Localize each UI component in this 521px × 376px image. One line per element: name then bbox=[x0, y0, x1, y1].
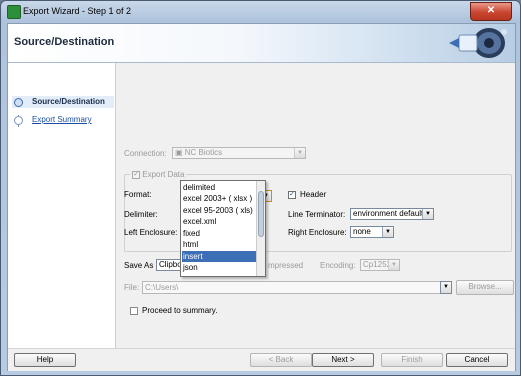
format-option[interactable]: excel 95-2003 ( xls) bbox=[182, 205, 256, 216]
line-terminator-value: environment default bbox=[353, 209, 424, 218]
format-option-selected[interactable]: insert bbox=[182, 251, 256, 262]
scrollbar-thumb[interactable] bbox=[258, 191, 264, 237]
format-option[interactable]: excel.xml bbox=[182, 216, 256, 227]
step-source-destination[interactable]: Source/Destination bbox=[12, 96, 114, 108]
encoding-select[interactable]: Cp1252 ▼ bbox=[360, 259, 400, 271]
close-icon: ✕ bbox=[486, 5, 496, 16]
step-indicator-icon bbox=[14, 98, 23, 107]
compressed-label: mpressed bbox=[268, 261, 304, 270]
export-wizard-window: Export Wizard - Step 1 of 2 ✕ Source/Des… bbox=[0, 0, 521, 376]
save-as-label: Save As bbox=[124, 261, 154, 270]
format-option[interactable]: fixed bbox=[182, 228, 256, 239]
format-option[interactable]: excel 2003+ ( xlsx ) bbox=[182, 193, 256, 204]
encoding-label: Encoding: bbox=[320, 261, 356, 270]
page-title: Source/Destination bbox=[14, 36, 115, 48]
steps-panel: Source/Destination Export Summary bbox=[8, 63, 116, 348]
proceed-to-summary-label: Proceed to summary. bbox=[142, 306, 218, 315]
step-label: Source/Destination bbox=[32, 97, 105, 106]
title-bar[interactable]: Export Wizard - Step 1 of 2 ✕ bbox=[1, 1, 520, 23]
app-icon bbox=[7, 5, 21, 19]
browse-button[interactable]: Browse... bbox=[456, 280, 514, 295]
chevron-down-icon: ▼ bbox=[382, 227, 393, 237]
wizard-header: Source/Destination bbox=[8, 24, 515, 63]
chevron-down-icon: ▼ bbox=[294, 148, 305, 158]
connection-value: NC Biotics bbox=[184, 148, 223, 157]
file-input[interactable]: C:\Users\ bbox=[142, 281, 452, 294]
header-checkbox[interactable]: ✓ bbox=[288, 191, 296, 199]
main-panel: Connection: ▣ NC Biotics ▼ ✓ Export Data… bbox=[116, 63, 515, 348]
cancel-button[interactable]: Cancel bbox=[446, 353, 508, 367]
export-data-label: Export Data bbox=[142, 170, 185, 179]
right-enclosure-select[interactable]: none ▼ bbox=[350, 226, 394, 238]
connection-select[interactable]: ▣ NC Biotics ▼ bbox=[172, 147, 306, 159]
format-option[interactable]: json bbox=[182, 262, 256, 273]
step-indicator-icon bbox=[14, 116, 23, 125]
file-path-value: C:\Users\ bbox=[145, 283, 179, 292]
connection-label: Connection: bbox=[124, 149, 167, 158]
export-data-legend: ✓ Export Data bbox=[130, 170, 187, 180]
line-terminator-label: Line Terminator: bbox=[288, 210, 346, 219]
dropdown-scrollbar[interactable] bbox=[256, 181, 265, 276]
format-option[interactable]: html bbox=[182, 239, 256, 250]
window-title: Export Wizard - Step 1 of 2 bbox=[23, 6, 132, 16]
step-label: Export Summary bbox=[32, 115, 92, 124]
chevron-down-icon: ▼ bbox=[388, 260, 399, 270]
help-button[interactable]: Help bbox=[14, 353, 76, 367]
export-data-checkbox[interactable]: ✓ bbox=[132, 170, 140, 179]
file-label: File: bbox=[124, 283, 140, 292]
back-button[interactable]: < Back bbox=[250, 353, 312, 367]
close-button[interactable]: ✕ bbox=[470, 2, 512, 21]
chevron-down-icon: ▼ bbox=[422, 209, 433, 219]
right-enclosure-label: Right Enclosure: bbox=[288, 228, 347, 237]
format-label: Format: bbox=[124, 190, 152, 199]
encoding-value: Cp1252 bbox=[363, 260, 392, 269]
right-enclosure-value: none bbox=[353, 227, 371, 236]
next-button[interactable]: Next > bbox=[312, 353, 374, 367]
line-terminator-select[interactable]: environment default ▼ bbox=[350, 208, 434, 220]
proceed-to-summary-checkbox[interactable] bbox=[130, 307, 138, 315]
export-graphic-icon bbox=[449, 28, 507, 58]
chevron-down-icon: ▼ bbox=[441, 282, 451, 293]
file-history-dropdown[interactable]: ▼ bbox=[440, 281, 452, 294]
header-label: Header bbox=[300, 190, 327, 199]
finish-button[interactable]: Finish bbox=[381, 353, 443, 367]
button-bar: Help < Back Next > Finish Cancel bbox=[8, 348, 515, 371]
format-dropdown-list: delimited excel 2003+ ( xlsx ) excel 95-… bbox=[180, 180, 266, 277]
left-enclosure-label: Left Enclosure: bbox=[124, 228, 178, 237]
delimiter-label: Delimiter: bbox=[124, 210, 158, 219]
database-icon: ▣ bbox=[175, 148, 185, 157]
format-option[interactable]: delimited bbox=[182, 182, 256, 193]
